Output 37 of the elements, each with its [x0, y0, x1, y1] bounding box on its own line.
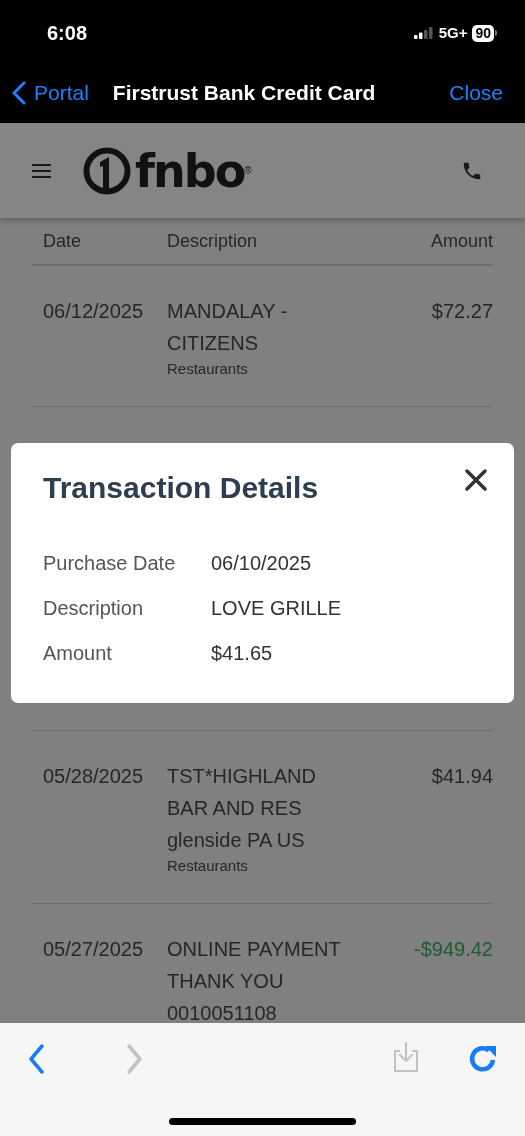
- battery-indicator: 90: [472, 24, 497, 42]
- field-label: Purchase Date: [43, 551, 177, 576]
- amount-cell-text: -$949.42: [414, 937, 493, 962]
- close-icon: [465, 469, 487, 491]
- category-label: Restaurants: [167, 856, 249, 876]
- description-cell-text: MANDALAY - CITIZENS: [167, 299, 289, 356]
- field-value: $41.65: [211, 641, 273, 666]
- column-header: Date: [42, 229, 83, 253]
- status-time: 6:08: [47, 21, 88, 46]
- category-label: Restaurants: [167, 359, 249, 379]
- page-title: Firstrust Bank Credit Card: [112, 79, 376, 106]
- back-icon[interactable]: [27, 1043, 47, 1075]
- amount-cell-text: $41.94: [431, 764, 493, 789]
- field-value: LOVE GRILLE: [211, 596, 342, 621]
- description-cell-text: TST*HIGHLAND BAR AND RES glenside PA US: [167, 764, 317, 853]
- network-label: 5G+: [438, 22, 468, 43]
- menu-icon[interactable]: [32, 162, 51, 179]
- field-label: Description: [43, 596, 145, 621]
- date-cell-text: 05/27/2025: [42, 937, 145, 962]
- amount-cell-text: $72.27: [431, 299, 493, 324]
- logo-text: fnbo: [135, 147, 245, 194]
- portal-back-button[interactable]: Portal: [12, 76, 89, 109]
- column-header: Amount: [430, 229, 493, 253]
- signal-icon: [413, 27, 434, 39]
- date-cell-text: 05/28/2025: [42, 764, 145, 789]
- reload-icon[interactable]: [468, 1043, 498, 1075]
- close-button[interactable]: Close: [449, 76, 503, 109]
- description-cell-text: ONLINE PAYMENT THANK YOU 0010051108: [167, 937, 342, 1023]
- column-header: Description: [167, 229, 259, 253]
- registered-mark: ®: [244, 164, 252, 176]
- field-label: Amount: [43, 641, 113, 666]
- chevron-left-icon: [12, 80, 26, 105]
- date-cell-text: 06/12/2025: [42, 299, 145, 324]
- dialog-title: Transaction Details: [43, 470, 319, 506]
- dialog-close-button[interactable]: [465, 469, 487, 491]
- logo-mark-icon: [83, 146, 131, 195]
- field-value: 06/10/2025: [211, 551, 312, 576]
